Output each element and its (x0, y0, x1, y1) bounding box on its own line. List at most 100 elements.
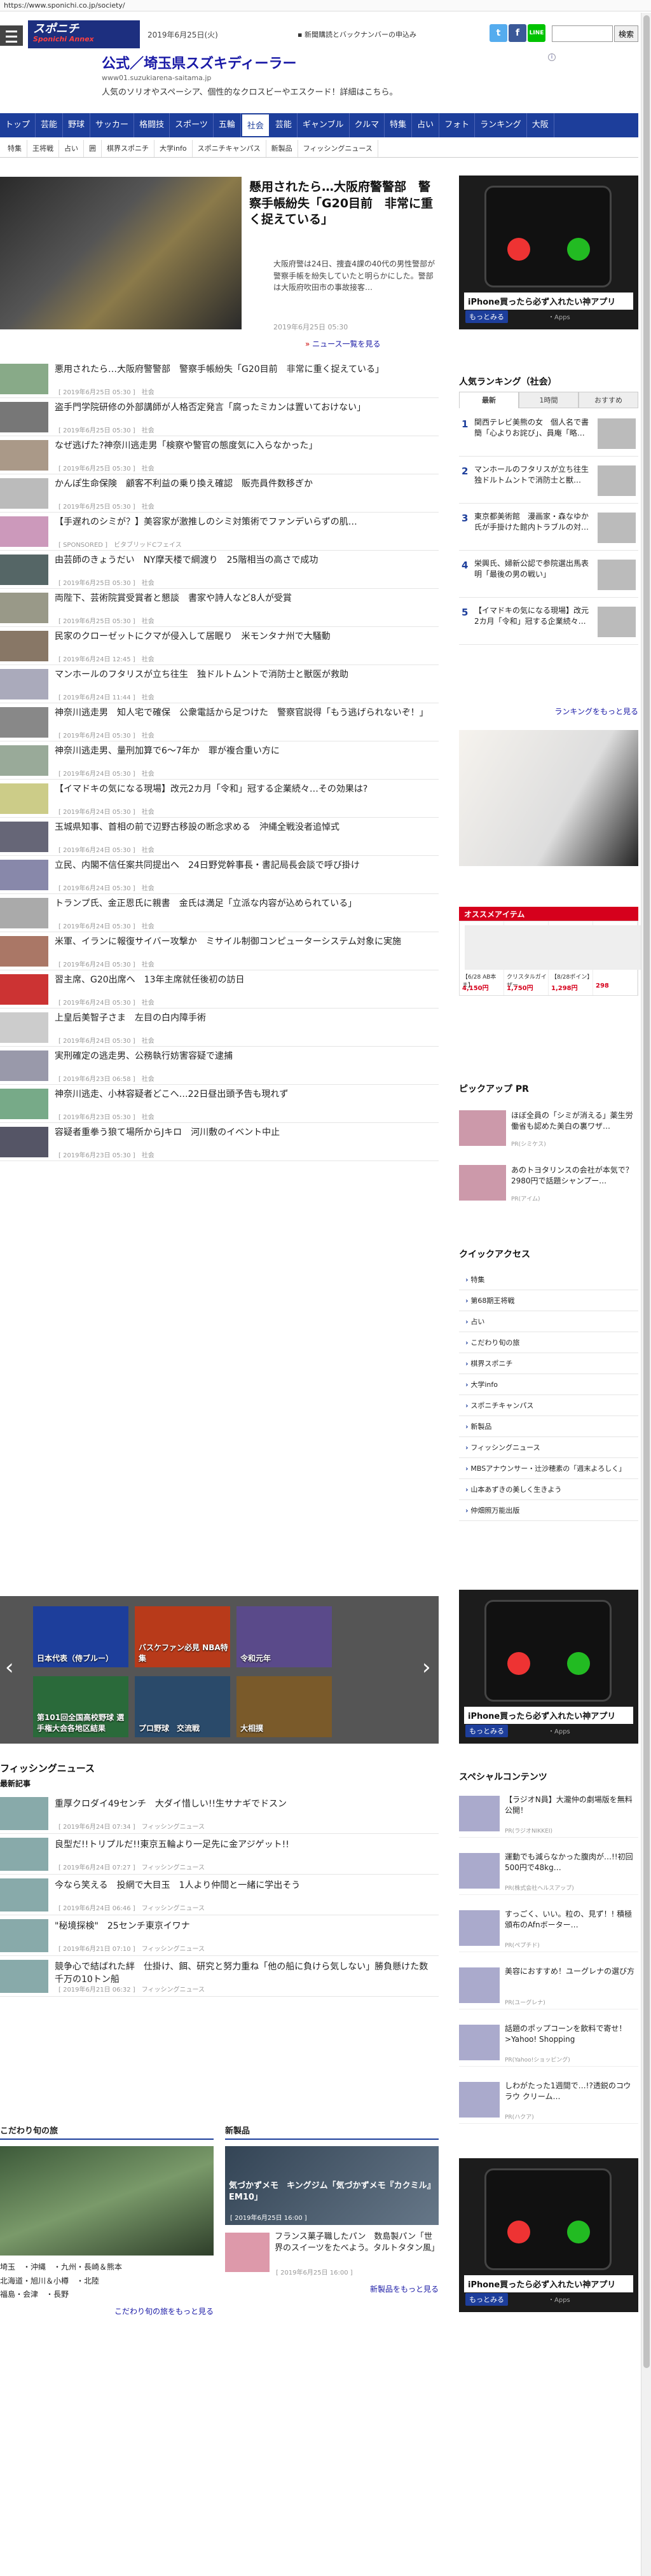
news-title[interactable]: 民家のクローゼットにクマが侵入して居眠り 米モンタナ州で大騒動 (55, 631, 436, 644)
special-image[interactable] (459, 1853, 500, 1889)
gnav-item[interactable]: ランキング (475, 113, 527, 137)
news-thumbnail[interactable] (0, 860, 48, 890)
news-thumbnail[interactable] (0, 478, 48, 509)
side-ad-1[interactable]: iPhone買ったら必ず入れたい神アプリ もっとみる ・Apps (459, 176, 638, 329)
news-title[interactable]: 習主席、G20出席へ 13年主席就任後初の訪日 (55, 974, 436, 987)
quick-access-link[interactable]: フィッシングニュース (459, 1437, 638, 1458)
pickup-pr-image[interactable] (459, 1165, 506, 1201)
scrollbar-thumb[interactable] (643, 15, 650, 2368)
carousel-tile[interactable]: 令和元年 (236, 1606, 332, 1667)
fishing-title[interactable]: 良型だ!!トリプルだ!!東京五輪より一足先に金アジゲット!! (55, 1839, 436, 1852)
news-title[interactable]: 両陛下、芸術院賞受賞者と懇談 書家や詩人など8人が受賞 (55, 593, 436, 605)
fishing-title[interactable]: 今なら笑える 投網で大目玉 1人より仲間と一緒に学出そう (55, 1880, 436, 1892)
shinseihin-item1-title[interactable]: 気づかずメモ キングジム「気づかずメモ『カクミル』EM10」 (229, 2180, 432, 2203)
ranking-tab-recommend[interactable]: おすすめ (579, 392, 638, 408)
gnav-item[interactable]: クルマ (350, 113, 385, 137)
news-title[interactable]: 【手遅れのシミが？】美容家が激推しのシミ対策術でファンデいらずの肌… (55, 516, 436, 529)
header-ad-url[interactable]: www01.suzukiarena-saitama.jp (102, 74, 211, 82)
side-ad-2[interactable]: iPhone買ったら必ず入れたい神アプリ もっとみる ・Apps (459, 1590, 638, 1744)
subnav-item[interactable]: 棋界スポニチ (102, 140, 154, 157)
news-item[interactable]: かんぽ生命保険 顧客不利益の乗り換え確認 販売員件数移ぎか [ 2019年6月25… (0, 474, 439, 513)
subnav-item[interactable]: 占い (59, 140, 84, 157)
news-thumbnail[interactable] (0, 898, 48, 928)
ranking-more-link[interactable]: ランキングをもっと見る (459, 706, 638, 717)
search-input[interactable] (552, 25, 613, 42)
osusume-image[interactable] (598, 925, 644, 970)
news-item[interactable]: 盗手門学院研修の外部講師が人格否定発言「腐ったミカンは置いておけない」 [ 201… (0, 398, 439, 436)
news-item[interactable]: なぜ逃げた?神奈川逃走男「検察や警官の態度気に入らなかった」 [ 2019年6月2… (0, 436, 439, 474)
news-item[interactable]: 民家のクローゼットにクマが侵入して居眠り 米モンタナ州で大騒動 [ 2019年6月… (0, 627, 439, 665)
facebook-icon[interactable]: f (509, 24, 526, 42)
quick-access-link[interactable]: こだわり旬の旅 (459, 1332, 638, 1353)
shinseihin-image[interactable]: 気づかずメモ キングジム「気づかずメモ『カクミル』EM10」 [ 2019年6月… (225, 2146, 439, 2225)
ranking-item[interactable]: 2 マンホールのフタリスが立ち往生 独ドルトムントで消防士と獣… (459, 460, 638, 504)
ranking-title[interactable]: 関西テレビ美熊の女 個人名で書簡「心よりお詫び」、員庵「略… (474, 417, 593, 439)
news-item[interactable]: 米軍、イランに報復サイバー攻撃か ミサイル制御コンピューターシステム対象に実施 [… (0, 932, 439, 970)
news-title[interactable]: 由芸師のきょうだい NY摩天楼で綱渡り 25階相当の高さで成功 (55, 554, 436, 567)
fishing-title[interactable]: "秘境探検" 25センチ東京イワナ (55, 1920, 436, 1933)
menu-icon[interactable] (0, 25, 23, 46)
news-title[interactable]: 容疑者重拳う狼て場所からJキロ 河川敷のイベント中止 (55, 1127, 436, 1140)
news-thumbnail[interactable] (0, 936, 48, 967)
line-icon[interactable]: LINE (528, 24, 545, 42)
side-ad-more-button[interactable]: もっとみる (465, 2293, 508, 2306)
gnav-item[interactable]: 占い (412, 113, 440, 137)
fishing-item[interactable]: 重厚クロダイ49センチ 大ダイ惜しい!!生サナギでドスン [ 2019年6月24日… (0, 1793, 439, 1834)
special-title[interactable]: 美容におすすめ！ユーグレナの選び方 (505, 1966, 638, 1977)
carousel-next-icon[interactable]: › (422, 1655, 431, 1680)
ranking-tab-hour[interactable]: 1時間 (519, 392, 579, 408)
news-item[interactable]: 両陛下、芸術院賞受賞者と懇談 書家や詩人など8人が受賞 [ 2019年6月25日 … (0, 589, 439, 627)
news-thumbnail[interactable] (0, 669, 48, 699)
news-item[interactable]: 神奈川逃走、小林容疑者どこへ…22日昼出頭予告も現れず [ 2019年6月23日 … (0, 1085, 439, 1123)
news-item[interactable]: 習主席、G20出席へ 13年主席就任後初の訪日 [ 2019年6月24日 05:3… (0, 970, 439, 1009)
kodawari-link[interactable]: 埼玉 ・沖縄 ・九州・長崎＆熊本 (0, 2261, 214, 2275)
news-thumbnail[interactable] (0, 516, 48, 547)
page-scrollbar[interactable] (641, 13, 651, 2576)
quick-access-link[interactable]: MBSアナウンサー・辻沙穂素の「週末よろしく」 (459, 1458, 638, 1479)
fishing-thumbnail[interactable] (0, 1919, 48, 1952)
gnav-item[interactable]: 大阪 (527, 113, 554, 137)
news-title[interactable]: 立民、内閣不信任案共同提出へ 24日野党幹事長・書記局長会談で呼び掛け (55, 860, 436, 872)
ranking-thumbnail[interactable] (598, 513, 636, 543)
gnav-item[interactable]: トップ (0, 113, 36, 137)
fishing-item[interactable]: 良型だ!!トリプルだ!!東京五輪より一足先に金アジゲット!! [ 2019年6月2… (0, 1834, 439, 1875)
special-image[interactable] (459, 1796, 500, 1831)
gnav-item[interactable]: ギャンブル (298, 113, 350, 137)
news-item[interactable]: 由芸師のきょうだい NY摩天楼で綱渡り 25階相当の高さで成功 [ 2019年6月… (0, 551, 439, 589)
news-item[interactable]: 玉城県知事、首相の前で辺野古移設の断念求める 沖縄全戦没者追悼式 [ 2019年6… (0, 818, 439, 856)
news-title[interactable]: 神奈川逃走、小林容疑者どこへ…22日昼出頭予告も現れず (55, 1089, 436, 1101)
side-ad-3[interactable]: iPhone買ったら必ず入れたい神アプリ もっとみる ・Apps (459, 2158, 638, 2312)
fishing-title[interactable]: 競争心で結ばれた絆 仕掛け、餌、研究と努力重ね「他の船に負けら気しない」勝負懸け… (55, 1961, 436, 1986)
hero-title[interactable]: 懸用されたら…大阪府警警部 警察手帳紛失「G20目前 非常に重く捉えている」 (249, 179, 439, 228)
ad-info-icon[interactable]: i (548, 53, 556, 61)
quick-access-link[interactable]: 山本あずきの美しく生きよう (459, 1479, 638, 1500)
news-title[interactable]: 玉城県知事、首相の前で辺野古移設の断念求める 沖縄全戦没者追悼式 (55, 822, 436, 834)
carousel-tile[interactable]: プロ野球 交流戦 (135, 1676, 230, 1737)
special-title[interactable]: すっごく、いい。粒の、見ず！! 積極頒布のAfnボーター… (505, 1909, 638, 1931)
special-image[interactable] (459, 2082, 500, 2118)
side-ad-caption[interactable]: iPhone買ったら必ず入れたい神アプリ (464, 1707, 633, 1724)
gnav-item[interactable]: 芸能 (36, 113, 64, 137)
pickup-pr-title[interactable]: ほぼ全員の「シミが消える」薬生労働省も認めた美白の裏ワザ… (511, 1110, 638, 1133)
news-title[interactable]: 神奈川逃走男、量刑加算で6～7年か 罪が複合重い方に (55, 745, 436, 758)
gnav-item[interactable]: スポーツ (170, 113, 214, 137)
search-button[interactable]: 検索 (614, 25, 638, 42)
ranking-thumbnail[interactable] (598, 560, 636, 590)
side-ad-caption[interactable]: iPhone買ったら必ず入れたい神アプリ (464, 293, 633, 310)
special-item[interactable]: すっごく、いい。粒の、見ず！! 積極頒布のAfnボーター… PR(ぺプチド) (459, 1905, 638, 1952)
address-bar[interactable]: https://www.sponichi.co.jp/society/ (0, 0, 651, 11)
quick-access-link[interactable]: 新製品 (459, 1416, 638, 1437)
pickup-pr-item[interactable]: ほぼ全員の「シミが消える」薬生労働省も認めた美白の裏ワザ… PR(シミケス) (459, 1106, 638, 1152)
news-title[interactable]: 悪用されたら…大阪府警警部 警察手帳紛失「G20目前 非常に重く捉えている」 (55, 364, 436, 376)
news-item[interactable]: 【イマドキの気になる現場】改元2カ月「令和」冠する企業続々…その効果は? [ 20… (0, 780, 439, 818)
news-title[interactable]: 盗手門学院研修の外部講師が人格否定発言「腐ったミカンは置いておけない」 (55, 402, 436, 415)
fishing-thumbnail[interactable] (0, 1878, 48, 1911)
news-title[interactable]: 神奈川逃走男 知人宅で確保 公衆電話から足つけた 警察官説得「もう逃げられないぞ… (55, 707, 436, 720)
news-thumbnail[interactable] (0, 440, 48, 471)
subnav-item[interactable]: 新製品 (266, 140, 298, 157)
header-ad-title[interactable]: 公式／埼玉県スズキディーラー (102, 52, 296, 72)
side-ad-more-button[interactable]: もっとみる (465, 310, 508, 323)
gnav-item[interactable]: 五輪 (214, 113, 241, 137)
ranking-title[interactable]: 東京都美術館 漫画家・森なゆか氏が手掛けた館内トラブルの対… (474, 511, 593, 534)
gnav-item[interactable]: 特集 (385, 113, 413, 137)
